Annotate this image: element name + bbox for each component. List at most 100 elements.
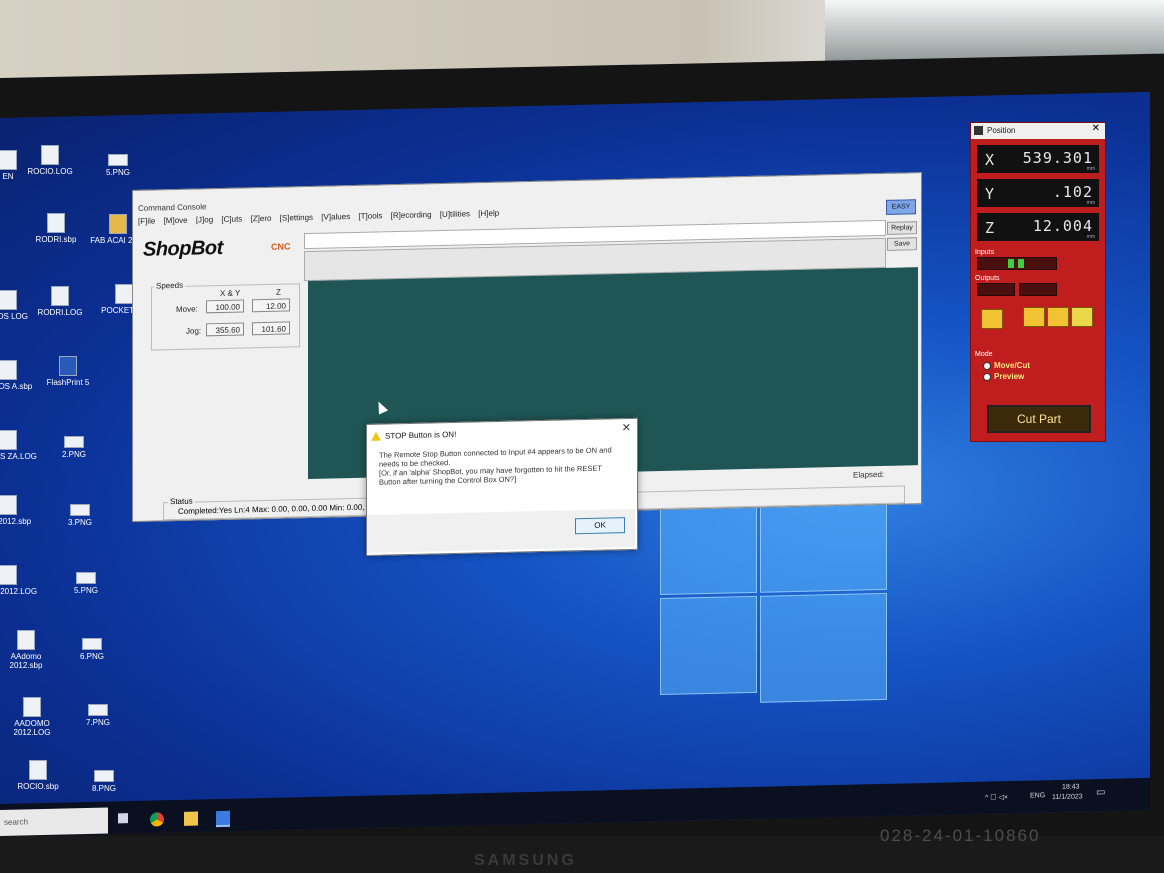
inputs-indicator bbox=[977, 257, 1057, 270]
desktop-icon[interactable]: FlashPrint 5 bbox=[38, 356, 98, 387]
menu-help[interactable]: [H]elp bbox=[478, 209, 499, 218]
desktop-icon-label: ROCIO.LOG bbox=[27, 167, 73, 176]
desktop-icon-label: 5.PNG bbox=[105, 168, 130, 177]
desktop-icon[interactable]: 2.PNG bbox=[44, 430, 104, 459]
mode-preview-label: Preview bbox=[994, 372, 1025, 381]
clock-date[interactable]: 11/1/2023 bbox=[1052, 793, 1083, 801]
desktop-icon-label: AJOS LOG bbox=[0, 312, 28, 321]
tray-icons[interactable]: ^ ☐ ◁× bbox=[985, 793, 1008, 802]
asset-sticker: 028-24-01-10860 bbox=[880, 826, 1041, 845]
desktop-icon[interactable]: mo 2012.sbp bbox=[0, 495, 38, 526]
desktop-icon[interactable]: 8.PNG bbox=[74, 764, 134, 793]
z-axis-label: Z bbox=[985, 219, 995, 237]
desktop-icon-label: RODRI.LOG bbox=[37, 308, 83, 317]
desktop-icon[interactable]: AAdomo 2012.sbp bbox=[0, 630, 56, 670]
speeds-group: Speeds X & Y Z Move: 100.00 12.00 Jog: 3… bbox=[151, 280, 300, 351]
jog-xy-field[interactable]: 355.60 bbox=[206, 322, 244, 337]
shopbot-taskbar-icon[interactable] bbox=[216, 810, 230, 828]
mode-label: Mode bbox=[975, 351, 993, 358]
position-window: Position ✕ X 539.301 mm Y .102 mm Z 12.0… bbox=[970, 122, 1106, 442]
cut-part-button[interactable]: Cut Part bbox=[987, 405, 1091, 433]
taskbar-search-input[interactable]: search bbox=[0, 807, 108, 836]
menu-move[interactable]: [M]ove bbox=[164, 216, 188, 226]
dialog-close-icon[interactable]: ✕ bbox=[622, 421, 631, 434]
desktop-icon[interactable]: BAJOS A.sbp bbox=[0, 360, 38, 391]
save-button[interactable]: Save bbox=[887, 237, 917, 251]
speeds-title: Speeds bbox=[154, 280, 186, 291]
file-explorer-icon[interactable] bbox=[184, 811, 198, 826]
menu-cuts[interactable]: [C]uts bbox=[221, 214, 242, 223]
keypad-tool-icon[interactable] bbox=[1071, 307, 1093, 327]
z-axis-value: 12.004 bbox=[1032, 217, 1093, 235]
desktop-icon[interactable]: RODRI.sbp bbox=[26, 213, 86, 244]
mode-move-cut-radio[interactable]: Move/Cut bbox=[983, 361, 1030, 370]
speeds-col-z: Z bbox=[276, 287, 281, 297]
task-view-icon[interactable] bbox=[118, 813, 128, 824]
mode-preview-radio[interactable]: Preview bbox=[983, 372, 1024, 381]
notification-icon[interactable]: ▭ bbox=[1096, 787, 1105, 798]
y-axis-unit: mm bbox=[1086, 200, 1095, 206]
desktop-icon-label: AADOMO 2012.LOG bbox=[13, 719, 51, 737]
desktop-icon-label: OMO 2012.LOG bbox=[0, 587, 38, 596]
outputs-label: Outputs bbox=[975, 275, 1000, 282]
desktop-icon-label: 5.PNG bbox=[73, 586, 98, 595]
move-xy-field[interactable]: 100.00 bbox=[206, 299, 244, 314]
input-led-on bbox=[1008, 259, 1014, 268]
desktop-icon[interactable]: OMO 2012.LOG bbox=[0, 565, 38, 596]
jog-speed-label: Jog: bbox=[186, 326, 202, 336]
replay-button[interactable]: Replay bbox=[887, 221, 917, 235]
x-axis-value: 539.301 bbox=[1022, 149, 1093, 167]
monitor-brand: SAMSUNG bbox=[474, 852, 577, 869]
shopbot-logo-cnc: CNC bbox=[271, 241, 291, 252]
desktop-icon[interactable]: ROCIO.sbp bbox=[8, 760, 68, 791]
dialog-footer: OK bbox=[367, 508, 635, 553]
desktop-icon-label: EN bbox=[2, 172, 14, 181]
home-tool-icon[interactable] bbox=[981, 309, 1003, 329]
easy-button[interactable]: EASY bbox=[886, 199, 916, 215]
desktop-icon[interactable]: BAJOS ZA.LOG bbox=[0, 430, 38, 461]
move-z-field[interactable]: 12.00 bbox=[252, 298, 290, 313]
z-axis-readout[interactable]: Z 12.004 mm bbox=[977, 213, 1099, 241]
y-axis-label: Y bbox=[985, 185, 995, 203]
clock-time[interactable]: 18:43 bbox=[1062, 784, 1080, 791]
elapsed-label: Elapsed: bbox=[853, 469, 885, 480]
desktop-icon[interactable]: ROCIO.LOG bbox=[20, 145, 80, 176]
position-close-icon[interactable]: ✕ bbox=[1092, 123, 1100, 134]
chrome-icon[interactable] bbox=[150, 812, 164, 827]
desktop-icon[interactable]: AADOMO 2012.LOG bbox=[2, 697, 62, 737]
desktop-icon[interactable]: 6.PNG bbox=[62, 632, 122, 661]
desktop-icon[interactable]: 7.PNG bbox=[68, 698, 128, 727]
menu-values[interactable]: [V]alues bbox=[321, 212, 350, 222]
zero-xy-tool-icon[interactable] bbox=[1023, 307, 1045, 327]
x-axis-readout[interactable]: X 539.301 mm bbox=[977, 145, 1099, 173]
y-axis-readout[interactable]: Y .102 mm bbox=[977, 179, 1099, 207]
x-axis-unit: mm bbox=[1086, 166, 1095, 172]
language-indicator[interactable]: ENG bbox=[1030, 792, 1045, 799]
jog-z-field[interactable]: 101.60 bbox=[252, 321, 290, 336]
menu-settings[interactable]: [S]ettings bbox=[280, 213, 313, 223]
z-axis-unit: mm bbox=[1086, 234, 1095, 240]
dialog-title: STOP Button is ON! bbox=[385, 429, 457, 441]
desktop-icon-label: 7.PNG bbox=[85, 718, 110, 727]
outputs-indicator bbox=[977, 283, 1015, 296]
desktop-icon-label: BAJOS A.sbp bbox=[0, 382, 33, 391]
outputs-indicator bbox=[1019, 283, 1057, 296]
position-title: Position bbox=[987, 126, 1016, 135]
menu-recording[interactable]: [R]ecording bbox=[391, 210, 432, 220]
zero-z-tool-icon[interactable] bbox=[1047, 307, 1069, 327]
menu-jog[interactable]: [J]og bbox=[196, 215, 213, 224]
desktop-icon-label: 6.PNG bbox=[79, 652, 104, 661]
status-text: Completed:Yes Ln:4 Max: 0.00, 0.00, 0.00… bbox=[178, 502, 372, 516]
desktop-icon[interactable]: RODRI.LOG bbox=[30, 286, 90, 317]
move-speed-label: Move: bbox=[176, 304, 198, 315]
desktop-icon[interactable]: 3.PNG bbox=[50, 498, 110, 527]
desktop-icon[interactable]: 5.PNG bbox=[56, 566, 116, 595]
menu-tools[interactable]: [T]ools bbox=[358, 211, 382, 221]
shopbot-logo: ShopBot bbox=[143, 236, 223, 261]
desktop-icon[interactable]: 5.PNG bbox=[88, 148, 148, 177]
menu-file[interactable]: [F]ile bbox=[138, 216, 155, 225]
stop-button-dialog: STOP Button is ON! ✕ The Remote Stop But… bbox=[366, 417, 638, 556]
ok-button[interactable]: OK bbox=[575, 517, 625, 535]
menu-zero[interactable]: [Z]ero bbox=[251, 214, 272, 223]
menu-utilities[interactable]: [U]tilities bbox=[440, 209, 470, 219]
